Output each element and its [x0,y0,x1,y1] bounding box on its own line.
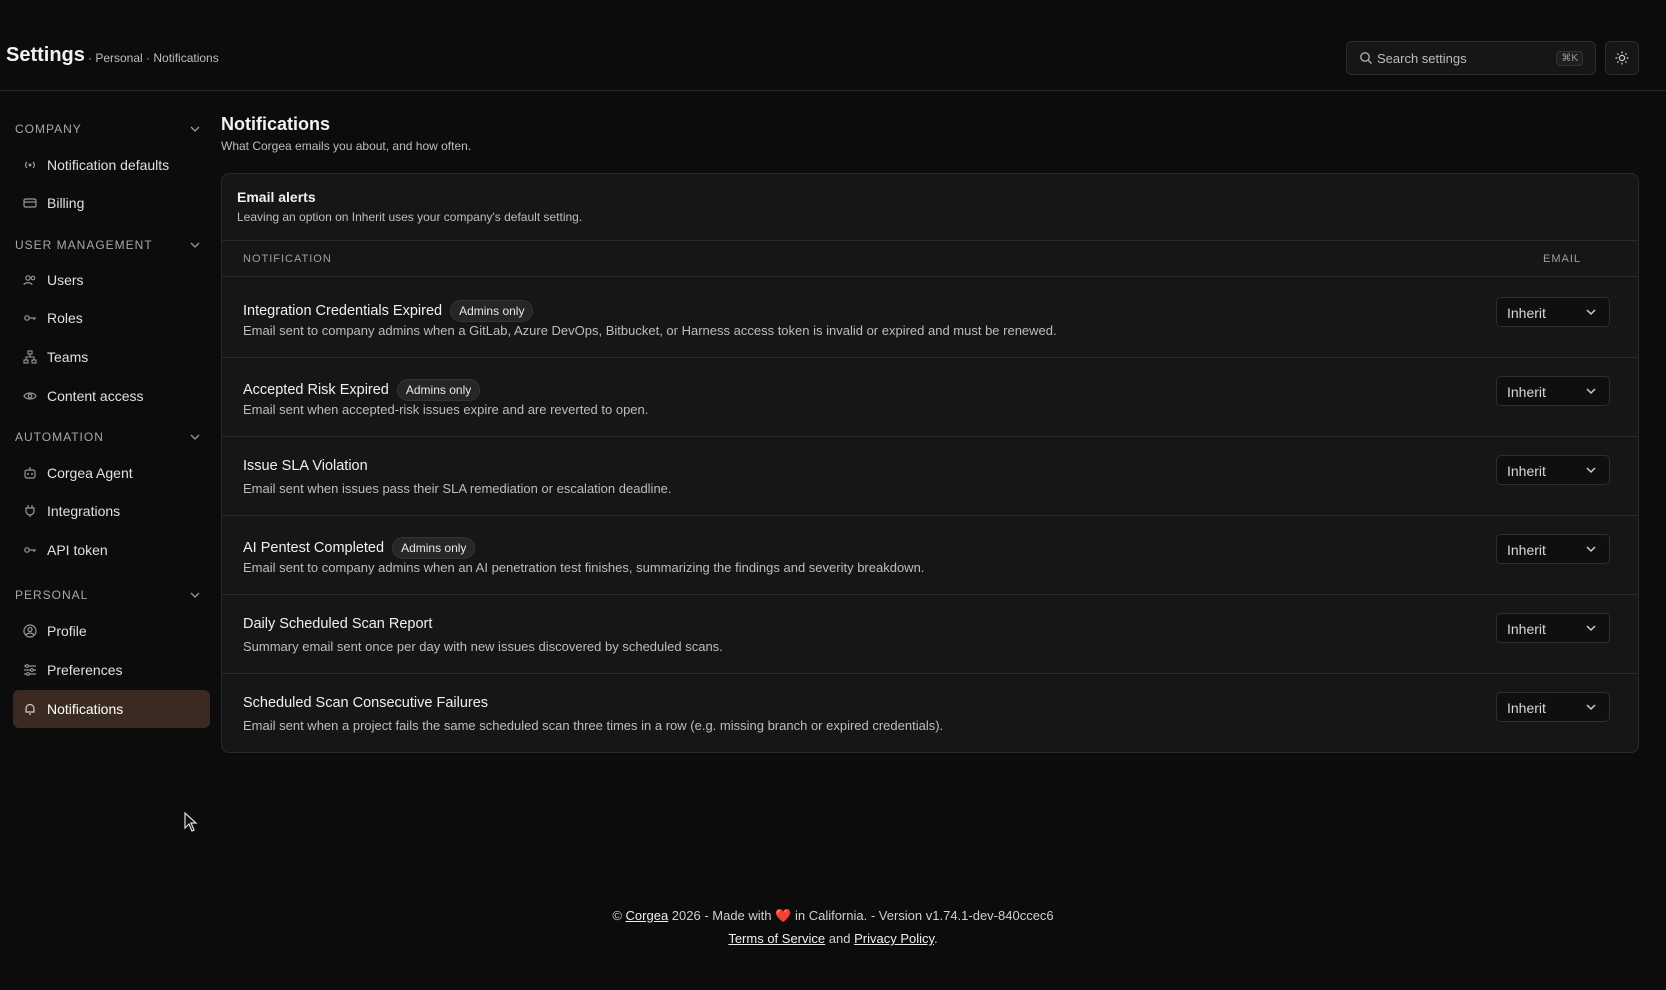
search-icon [1359,51,1373,70]
notification-name: Daily Scheduled Scan Report [243,616,433,632]
chevron-down-icon [190,242,200,248]
column-header-notification: NOTIFICATION [243,253,332,265]
email-frequency-select[interactable]: Inherit [1496,455,1610,485]
sidebar-item-billing[interactable]: Billing [13,184,210,222]
chevron-down-icon [1586,704,1596,711]
chevron-down-icon [1586,388,1596,395]
plug-icon [23,504,37,521]
table-header: NOTIFICATION EMAIL [222,240,1638,277]
sidebar-item-api-token[interactable]: API token [13,531,210,569]
broadcast-icon [23,158,37,175]
sidebar-item-profile[interactable]: Profile [13,612,210,650]
notification-name: Accepted Risk Expired Admins only [243,379,481,401]
notification-description: Email sent to company admins when an AI … [243,560,925,575]
notification-description: Email sent to company admins when a GitL… [243,323,1057,338]
corgea-link[interactable]: Corgea [626,908,669,923]
sidebar-item-integrations[interactable]: Integrations [13,492,210,530]
notification-name: AI Pentest Completed Admins only [243,537,476,559]
notification-description: Email sent when accepted-risk issues exp… [243,402,649,417]
page-title: Settings [6,44,85,66]
sidebar-item-preferences[interactable]: Preferences [13,651,210,689]
privacy-link[interactable]: Privacy Policy [854,931,934,946]
notification-name: Issue SLA Violation [243,458,368,474]
table-row: Scheduled Scan Consecutive Failures Emai… [222,673,1638,752]
card-subtitle: Leaving an option on Inherit uses your c… [237,210,583,224]
sidebar-section-company[interactable]: COMPANY [15,122,201,142]
email-frequency-select[interactable]: Inherit [1496,376,1610,406]
sidebar-item-corgea-agent[interactable]: Corgea Agent [13,454,210,492]
users-icon [23,273,37,290]
theme-toggle-button[interactable] [1605,41,1639,75]
section-title: Notifications [221,114,331,134]
chevron-down-icon [1586,625,1596,632]
org-chart-icon [23,350,37,367]
sidebar-item-content-access[interactable]: Content access [13,377,210,415]
chevron-down-icon [190,592,200,598]
admins-only-badge: Admins only [392,537,476,559]
key-icon [23,543,37,560]
heart-icon: ❤️ [775,908,792,923]
search-shortcut: ⌘K [1556,51,1583,66]
notification-description: Email sent when issues pass their SLA re… [243,481,672,496]
search-input[interactable]: Search settings ⌘K [1346,41,1596,75]
chevron-down-icon [190,126,200,132]
sidebar-section-automation[interactable]: AUTOMATION [15,430,201,450]
table-row: AI Pentest Completed Admins only Email s… [222,515,1638,595]
mouse-cursor-icon [184,812,198,832]
sliders-icon [23,663,37,680]
top-bar: Settings · Personal · Notifications Sear… [0,0,1666,91]
key-icon [23,311,37,328]
table-row: Integration Credentials Expired Admins o… [222,278,1638,358]
credit-card-icon [23,196,37,213]
robot-icon [23,466,37,483]
sun-icon [1615,51,1629,65]
email-frequency-select[interactable]: Inherit [1496,692,1610,722]
eye-icon [23,389,37,406]
sidebar-item-notification-defaults[interactable]: Notification defaults [13,146,210,184]
bell-icon [23,702,37,719]
card-title: Email alerts [237,189,316,205]
column-header-email: EMAIL [1542,253,1581,265]
search-placeholder: Search settings [1377,51,1467,66]
email-frequency-select[interactable]: Inherit [1496,534,1610,564]
admins-only-badge: Admins only [396,379,481,401]
sidebar-section-personal[interactable]: PERSONAL [15,588,201,608]
section-subtitle: What Corgea emails you about, and how of… [221,139,472,153]
admins-only-badge: Admins only [450,300,534,322]
table-row: Issue SLA Violation Email sent when issu… [222,436,1638,516]
table-row: Accepted Risk Expired Admins only Email … [222,357,1638,437]
breadcrumb: · Personal · Notifications [88,51,219,65]
sidebar-item-notifications[interactable]: Notifications [13,690,210,728]
footer: © Corgea 2026 - Made with ❤️ in Californ… [612,908,1054,946]
chevron-down-icon [1586,467,1596,474]
notification-description: Email sent when a project fails the same… [243,718,944,733]
chevron-down-icon [1586,546,1596,553]
user-circle-icon [23,624,37,641]
notification-description: Summary email sent once per day with new… [243,639,723,654]
email-frequency-select[interactable]: Inherit [1496,297,1610,327]
terms-link[interactable]: Terms of Service [728,931,825,946]
sidebar-section-user-management[interactable]: USER MANAGEMENT [15,238,201,258]
sidebar-item-roles[interactable]: Roles [13,299,210,337]
chevron-down-icon [1586,309,1596,316]
notification-name: Integration Credentials Expired Admins o… [243,300,534,322]
chevron-down-icon [190,434,200,440]
email-alerts-card: Email alerts Leaving an option on Inheri… [221,173,1639,753]
sidebar-item-users[interactable]: Users [13,261,210,299]
email-frequency-select[interactable]: Inherit [1496,613,1610,643]
table-row: Daily Scheduled Scan Report Summary emai… [222,594,1638,674]
notification-name: Scheduled Scan Consecutive Failures [243,695,489,711]
sidebar-item-teams[interactable]: Teams [13,338,210,376]
